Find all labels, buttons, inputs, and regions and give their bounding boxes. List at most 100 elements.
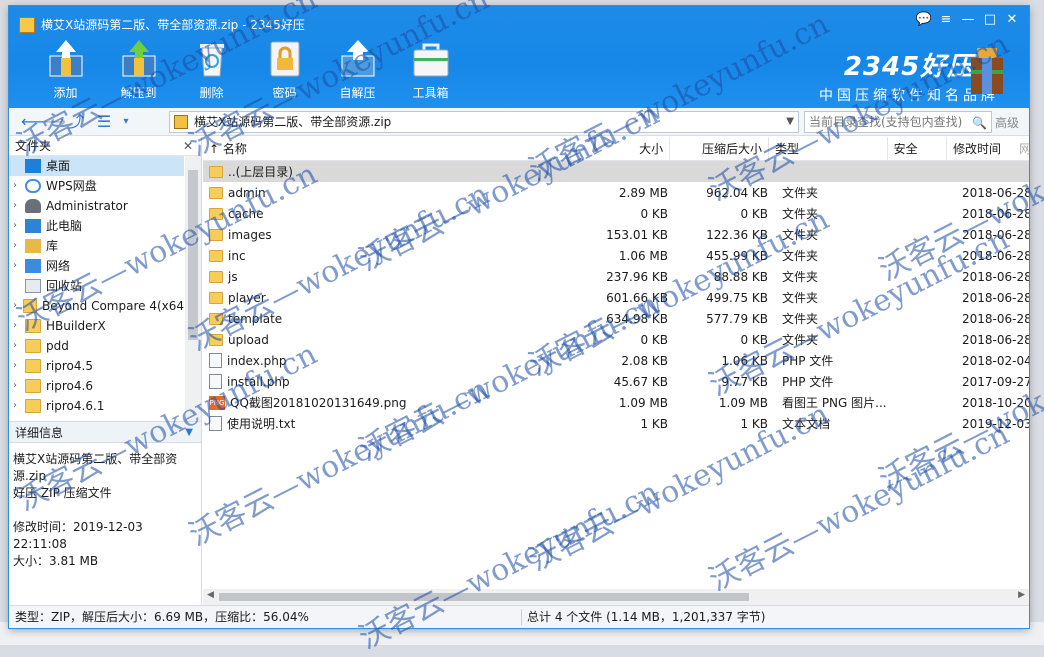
tree-item-recycle-bin[interactable]: 回收站: [9, 276, 184, 296]
table-row[interactable]: 使用说明.txt 1 KB 1 KB 文本文档 2019-12-03: [203, 413, 1029, 434]
tree-item-administrator[interactable]: › Administrator: [9, 196, 184, 216]
toolbar-delete-label: 删除: [199, 86, 224, 100]
toolbar-password-button[interactable]: 密码: [248, 38, 321, 101]
self-extract-icon: [341, 40, 374, 77]
collapse-icon[interactable]: ▼: [185, 422, 193, 444]
cell-modified: 2017-09-27: [962, 374, 1029, 389]
toolbar-self-extract-button[interactable]: 自解压: [321, 38, 394, 101]
column-type[interactable]: 类型: [769, 137, 888, 160]
up-folder-icon[interactable]: ⤴: [65, 111, 87, 133]
close-panel-icon[interactable]: ✕: [183, 137, 193, 156]
cell-name: player: [203, 291, 576, 305]
cell-packed-size: 1.09 MB: [718, 395, 768, 410]
toolbar-extract-button[interactable]: 解压到: [102, 38, 175, 101]
cell-name: images: [203, 228, 576, 242]
close-icon[interactable]: ✕: [1001, 10, 1023, 30]
file-name: admin: [228, 185, 266, 200]
scroll-left-icon[interactable]: ◀: [207, 590, 214, 600]
toolbar-extract-label: 解压到: [120, 86, 157, 100]
tree-item-folder[interactable]: › ripro4.6.1: [9, 396, 184, 416]
cell-size: 153.01 KB: [606, 227, 668, 242]
table-row[interactable]: admin 2.89 MB 962.04 KB 文件夹 2018-06-28: [203, 182, 1029, 203]
advanced-search-button[interactable]: 高级: [995, 114, 1019, 131]
search-icon[interactable]: 🔍: [972, 113, 987, 133]
tree-scrollbar[interactable]: [185, 156, 201, 421]
menu-icon[interactable]: ≡: [935, 10, 957, 30]
tree-item-folder[interactable]: › HBuilderX: [9, 316, 184, 336]
tree-item-folder[interactable]: › ripro4.6: [9, 376, 184, 396]
feedback-icon[interactable]: 💬: [913, 10, 935, 30]
cell-name: install.php: [203, 374, 576, 389]
tree-arrow[interactable]: ›: [13, 336, 25, 356]
file-icon: [209, 374, 222, 389]
table-row[interactable]: images 153.01 KB 122.36 KB 文件夹 2018-06-28: [203, 224, 1029, 245]
column-cloud[interactable]: 网盘: [1019, 137, 1029, 160]
tree-item-folder[interactable]: › pdd: [9, 336, 184, 356]
tree-arrow[interactable]: ›: [13, 216, 25, 236]
tree-arrow[interactable]: ›: [13, 376, 25, 396]
status-bar: 类型：ZIP，解压后大小：6.69 MB，压缩比：56.04% 总计 4 个文件…: [9, 605, 1029, 628]
tree-item-library[interactable]: › 库: [9, 236, 184, 256]
maximize-icon[interactable]: □: [979, 10, 1001, 30]
detail-modified: 修改时间：2019-12-03 22:11:08: [13, 520, 143, 551]
cell-name: template: [203, 312, 576, 326]
toolbar-delete-button[interactable]: 删除: [175, 38, 248, 101]
tree-item-label: Beyond Compare 4(x64: [41, 299, 184, 313]
cell-packed-size: 499.75 KB: [706, 290, 768, 305]
column-security[interactable]: 安全: [888, 137, 947, 160]
minimize-icon[interactable]: —: [957, 10, 979, 30]
folder-icon: [25, 359, 41, 373]
cell-packed-size: 455.99 KB: [706, 248, 768, 263]
path-dropdown-icon[interactable]: ▼: [786, 112, 794, 132]
toolbar-add-button[interactable]: 添加: [29, 38, 102, 101]
tree-item-this-pc[interactable]: › 此电脑: [9, 216, 184, 236]
tree-arrow[interactable]: ›: [13, 296, 23, 316]
tree-item-folder[interactable]: › ripro4.5: [9, 356, 184, 376]
table-row[interactable]: install.php 45.67 KB 9.77 KB PHP 文件 2017-09-…: [203, 371, 1029, 392]
table-row[interactable]: index.php 2.08 KB 1.06 KB PHP 文件 2018-02-04: [203, 350, 1029, 371]
tree-arrow[interactable]: ›: [13, 236, 25, 256]
table-row[interactable]: cache 0 KB 0 KB 文件夹 2018-06-28: [203, 203, 1029, 224]
tree-arrow[interactable]: ›: [13, 396, 25, 416]
view-dropdown-icon[interactable]: ▾: [115, 111, 137, 133]
tree-arrow[interactable]: ›: [13, 316, 25, 336]
scroll-right-icon[interactable]: ▶: [1018, 590, 1025, 600]
path-field[interactable]: 横艾X站源码第二版、带全部资源.zip ▼: [169, 111, 799, 133]
tree-item-folder[interactable]: › Beyond Compare 4(x64: [9, 296, 184, 316]
horizontal-scrollbar[interactable]: ◀ ▶: [203, 589, 1029, 605]
column-name[interactable]: ↑ 名称: [203, 137, 572, 160]
table-row[interactable]: player 601.66 KB 499.75 KB 文件夹 2018-06-28: [203, 287, 1029, 308]
back-icon[interactable]: ⟵: [21, 111, 44, 133]
tree-arrow[interactable]: ›: [13, 176, 25, 196]
tree-arrow[interactable]: ›: [13, 256, 25, 276]
column-size[interactable]: 大小: [571, 137, 671, 160]
tree-item-desktop[interactable]: 桌面: [9, 156, 184, 176]
cell-size: 1 KB: [640, 416, 668, 431]
table-row[interactable]: template 634.98 KB 577.79 KB 文件夹 2018-06-28: [203, 308, 1029, 329]
tree-item-network[interactable]: › 网络: [9, 256, 184, 276]
cell-type: 文件夹: [782, 333, 819, 347]
table-row[interactable]: inc 1.06 MB 455.99 KB 文件夹 2018-06-28: [203, 245, 1029, 266]
cell-packed-size: 0 KB: [740, 332, 768, 347]
file-name: QQ截图20181020131649.png: [230, 396, 407, 410]
table-row[interactable]: ..(上层目录): [203, 161, 1029, 182]
column-packed-size[interactable]: 压缩后大小: [670, 137, 769, 160]
folder-panel-title: 文件夹: [15, 139, 52, 153]
toolbar-toolbox-button[interactable]: 工具箱: [394, 38, 467, 101]
table-row[interactable]: js 237.96 KB 88.88 KB 文件夹 2018-06-28: [203, 266, 1029, 287]
tree-arrow[interactable]: ›: [13, 356, 25, 376]
scrollbar-thumb[interactable]: [219, 593, 749, 601]
column-modified[interactable]: 修改时间: [947, 137, 1019, 160]
cell-name: inc: [203, 249, 576, 263]
status-right: 总计 4 个文件 (1.14 MB，1,201,337 字节): [527, 610, 766, 624]
search-input[interactable]: 当前目录查找(支持包内查找) 🔍: [804, 111, 992, 133]
forward-icon[interactable]: ⟶: [43, 111, 66, 133]
table-row[interactable]: upload 0 KB 0 KB 文件夹 2018-06-28: [203, 329, 1029, 350]
detail-panel-header[interactable]: 详细信息 ▼: [9, 421, 201, 443]
tree-arrow[interactable]: ›: [13, 196, 25, 216]
tree-item-wps-cloud[interactable]: › WPS网盘: [9, 176, 184, 196]
view-list-icon[interactable]: ☰: [93, 111, 115, 133]
tree-item-label: 此电脑: [46, 219, 83, 233]
table-row[interactable]: PNG QQ截图20181020131649.png 1.09 MB 1.09 MB 看…: [203, 392, 1029, 413]
scrollbar-thumb[interactable]: [188, 170, 198, 340]
